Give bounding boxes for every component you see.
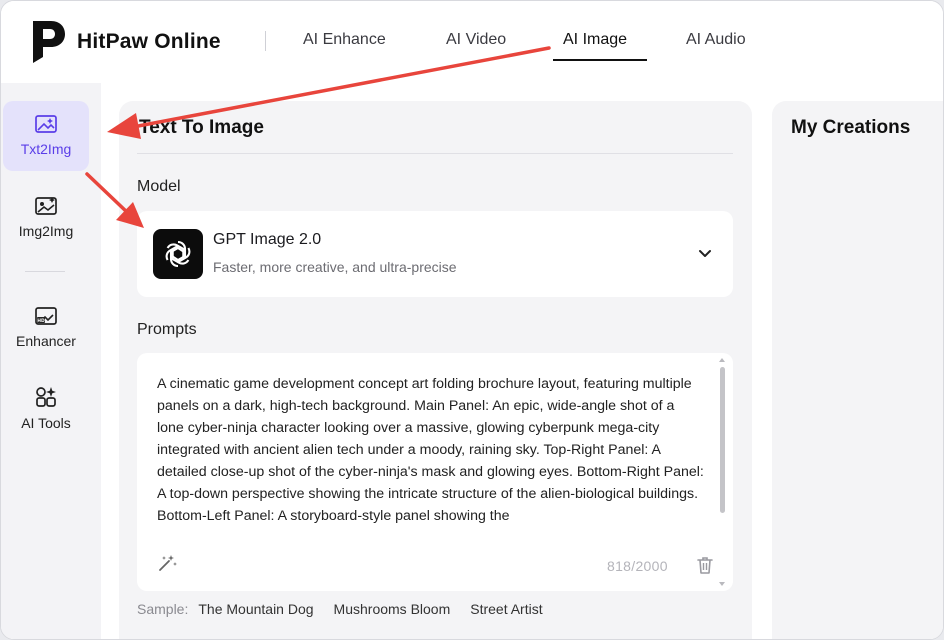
nav-ai-video[interactable]: AI Video bbox=[446, 31, 506, 49]
title-divider bbox=[137, 153, 733, 154]
my-creations-panel: My Creations bbox=[772, 101, 943, 639]
ai-tools-icon bbox=[36, 387, 56, 407]
nav-active-underline bbox=[553, 59, 647, 61]
sample-prompt-chip[interactable]: Mushrooms Bloom bbox=[334, 601, 451, 617]
text-to-image-panel: Text To Image Model GPT Image 2.0 Faster bbox=[119, 101, 752, 639]
image-to-image-icon bbox=[35, 197, 57, 215]
sidebar-item-ai-tools[interactable]: AI Tools bbox=[3, 373, 89, 443]
brand-logo[interactable]: HitPaw Online bbox=[29, 17, 221, 67]
hd-enhance-icon: HD bbox=[35, 307, 57, 325]
top-header: HitPaw Online AI Enhance AI Video AI Ima… bbox=[1, 1, 943, 83]
sidebar-item-label: Img2Img bbox=[18, 223, 74, 239]
sidebar-item-label: Txt2Img bbox=[20, 141, 72, 157]
character-count: 818/2000 bbox=[607, 558, 668, 574]
sample-prompt-chip[interactable]: Street Artist bbox=[470, 601, 542, 617]
nav-ai-image[interactable]: AI Image bbox=[563, 31, 627, 49]
nav-ai-enhance[interactable]: AI Enhance bbox=[303, 31, 386, 49]
model-selector[interactable]: GPT Image 2.0 Faster, more creative, and… bbox=[137, 211, 733, 297]
model-label: Model bbox=[137, 178, 181, 195]
sidebar-item-label: Enhancer bbox=[16, 333, 76, 349]
prompt-scrollbar-thumb[interactable] bbox=[720, 367, 725, 513]
chevron-down-icon[interactable] bbox=[695, 243, 715, 263]
prompt-text[interactable]: A cinematic game development concept art… bbox=[157, 373, 705, 549]
header-divider bbox=[265, 31, 266, 51]
nav-ai-audio[interactable]: AI Audio bbox=[686, 31, 746, 49]
svg-text:HD: HD bbox=[37, 318, 45, 324]
prompts-label: Prompts bbox=[137, 321, 197, 338]
app-window: HitPaw Online AI Enhance AI Video AI Ima… bbox=[0, 0, 944, 640]
sidebar-item-enhancer[interactable]: HD Enhancer bbox=[3, 293, 89, 363]
scroll-down-icon[interactable] bbox=[718, 581, 726, 587]
sample-label: Sample: bbox=[137, 601, 189, 617]
sample-prompts: Sample: The Mountain Dog Mushrooms Bloom… bbox=[137, 601, 563, 617]
sidebar-item-txt2img[interactable]: Txt2Img bbox=[3, 101, 89, 171]
sidebar-item-img2img[interactable]: Img2Img bbox=[3, 183, 89, 253]
page-title: Text To Image bbox=[139, 117, 264, 138]
magic-wand-icon[interactable] bbox=[157, 553, 177, 573]
scroll-up-icon[interactable] bbox=[718, 357, 726, 363]
hitpaw-logo-icon bbox=[33, 21, 65, 63]
prompt-textarea[interactable]: A cinematic game development concept art… bbox=[137, 353, 733, 591]
model-description: Faster, more creative, and ultra-precise bbox=[213, 259, 457, 275]
sidebar-divider bbox=[25, 271, 65, 272]
sidebar-item-label: AI Tools bbox=[21, 415, 71, 431]
left-sidebar: Txt2Img Img2Img HD Enhancer AI Tools bbox=[1, 83, 101, 639]
model-name: GPT Image 2.0 bbox=[213, 231, 322, 248]
brand-name: HitPaw Online bbox=[77, 30, 221, 53]
openai-icon bbox=[153, 229, 203, 279]
sample-prompt-chip[interactable]: The Mountain Dog bbox=[198, 601, 313, 617]
my-creations-title: My Creations bbox=[791, 117, 911, 138]
text-to-image-icon bbox=[35, 115, 57, 133]
trash-icon[interactable] bbox=[696, 555, 714, 575]
